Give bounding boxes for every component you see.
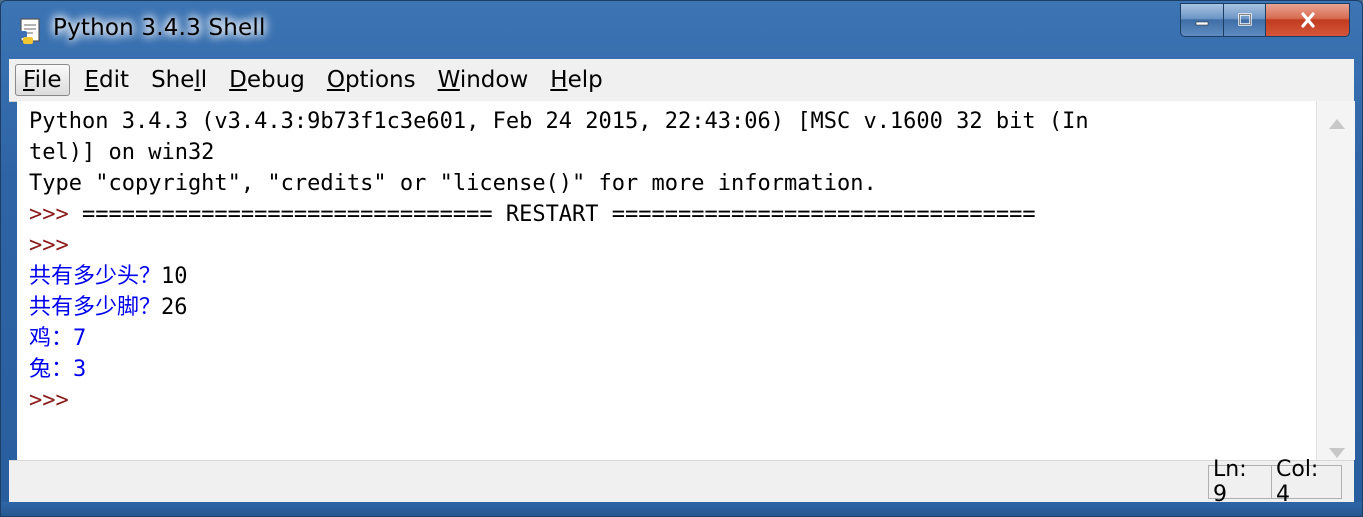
shell-prompt: >>> bbox=[29, 388, 69, 413]
user-input: 10 bbox=[161, 264, 188, 289]
minimize-button[interactable] bbox=[1180, 3, 1224, 37]
menu-debug[interactable]: Debug bbox=[222, 65, 312, 95]
shell-prompt: >>> bbox=[29, 202, 82, 227]
menu-edit[interactable]: Edit bbox=[78, 65, 137, 95]
shell-line: Python 3.4.3 (v3.4.3:9b73f1c3e601, Feb 2… bbox=[29, 106, 1089, 137]
program-output: 鸡：7 bbox=[29, 326, 87, 351]
window-title: Python 3.4.3 Shell bbox=[53, 15, 266, 41]
shell-line: 兔：3 bbox=[29, 354, 86, 385]
idle-shell-window: Python 3.4.3 Shell File Edit Shell Debug Opt… bbox=[0, 0, 1363, 517]
menu-help[interactable]: Help bbox=[543, 65, 609, 95]
program-output: 兔：3 bbox=[29, 357, 87, 382]
menu-bar: File Edit Shell Debug Options Window Help bbox=[9, 59, 1354, 102]
shell-line: 鸡：7 bbox=[29, 323, 86, 354]
shell-line: >>> bbox=[29, 230, 69, 261]
shell-text: tel)] on win32 bbox=[29, 140, 215, 165]
shell-text: Python 3.4.3 (v3.4.3:9b73f1c3e601, Feb 2… bbox=[29, 109, 1089, 134]
close-button[interactable] bbox=[1266, 3, 1350, 37]
scroll-up-icon[interactable] bbox=[1329, 119, 1345, 129]
menu-shell[interactable]: Shell bbox=[144, 65, 214, 95]
status-bar: Ln: 9 Col: 4 bbox=[9, 457, 1354, 507]
shell-line: tel)] on win32 bbox=[29, 137, 214, 168]
shell-line: >>> bbox=[29, 385, 69, 416]
shell-text: Type "copyright", "credits" or "license(… bbox=[29, 171, 877, 196]
shell-line: Type "copyright", "credits" or "license(… bbox=[29, 168, 877, 199]
user-input: 26 bbox=[161, 295, 188, 320]
menu-options[interactable]: Options bbox=[320, 65, 423, 95]
close-icon bbox=[1300, 12, 1315, 28]
program-output: 共有多少脚？ bbox=[29, 295, 162, 320]
vertical-scrollbar[interactable] bbox=[1316, 101, 1355, 460]
caption-buttons bbox=[1180, 3, 1350, 41]
menu-window[interactable]: Window bbox=[431, 65, 536, 95]
maximize-icon bbox=[1237, 13, 1252, 26]
shell-prompt: >>> bbox=[29, 233, 69, 258]
window-bottom-border bbox=[1, 502, 1362, 516]
status-line-number: Ln: 9 bbox=[1208, 457, 1272, 507]
program-output: 共有多少头？ bbox=[29, 264, 162, 289]
shell-line: 共有多少头？10 bbox=[29, 261, 188, 292]
menu-file[interactable]: File bbox=[15, 64, 70, 96]
shell-text-area[interactable]: Python 3.4.3 (v3.4.3:9b73f1c3e601, Feb 2… bbox=[17, 101, 1316, 460]
maximize-button[interactable] bbox=[1224, 3, 1266, 37]
python-idle-icon bbox=[17, 18, 40, 44]
shell-line: 共有多少脚？26 bbox=[29, 292, 188, 323]
shell-text: =============================== RESTART … bbox=[81, 202, 1036, 227]
status-column-number: Col: 4 bbox=[1272, 457, 1342, 507]
shell-line: >>> =============================== REST… bbox=[29, 199, 1036, 230]
title-bar[interactable]: Python 3.4.3 Shell bbox=[1, 1, 1362, 59]
minimize-icon bbox=[1195, 21, 1209, 26]
